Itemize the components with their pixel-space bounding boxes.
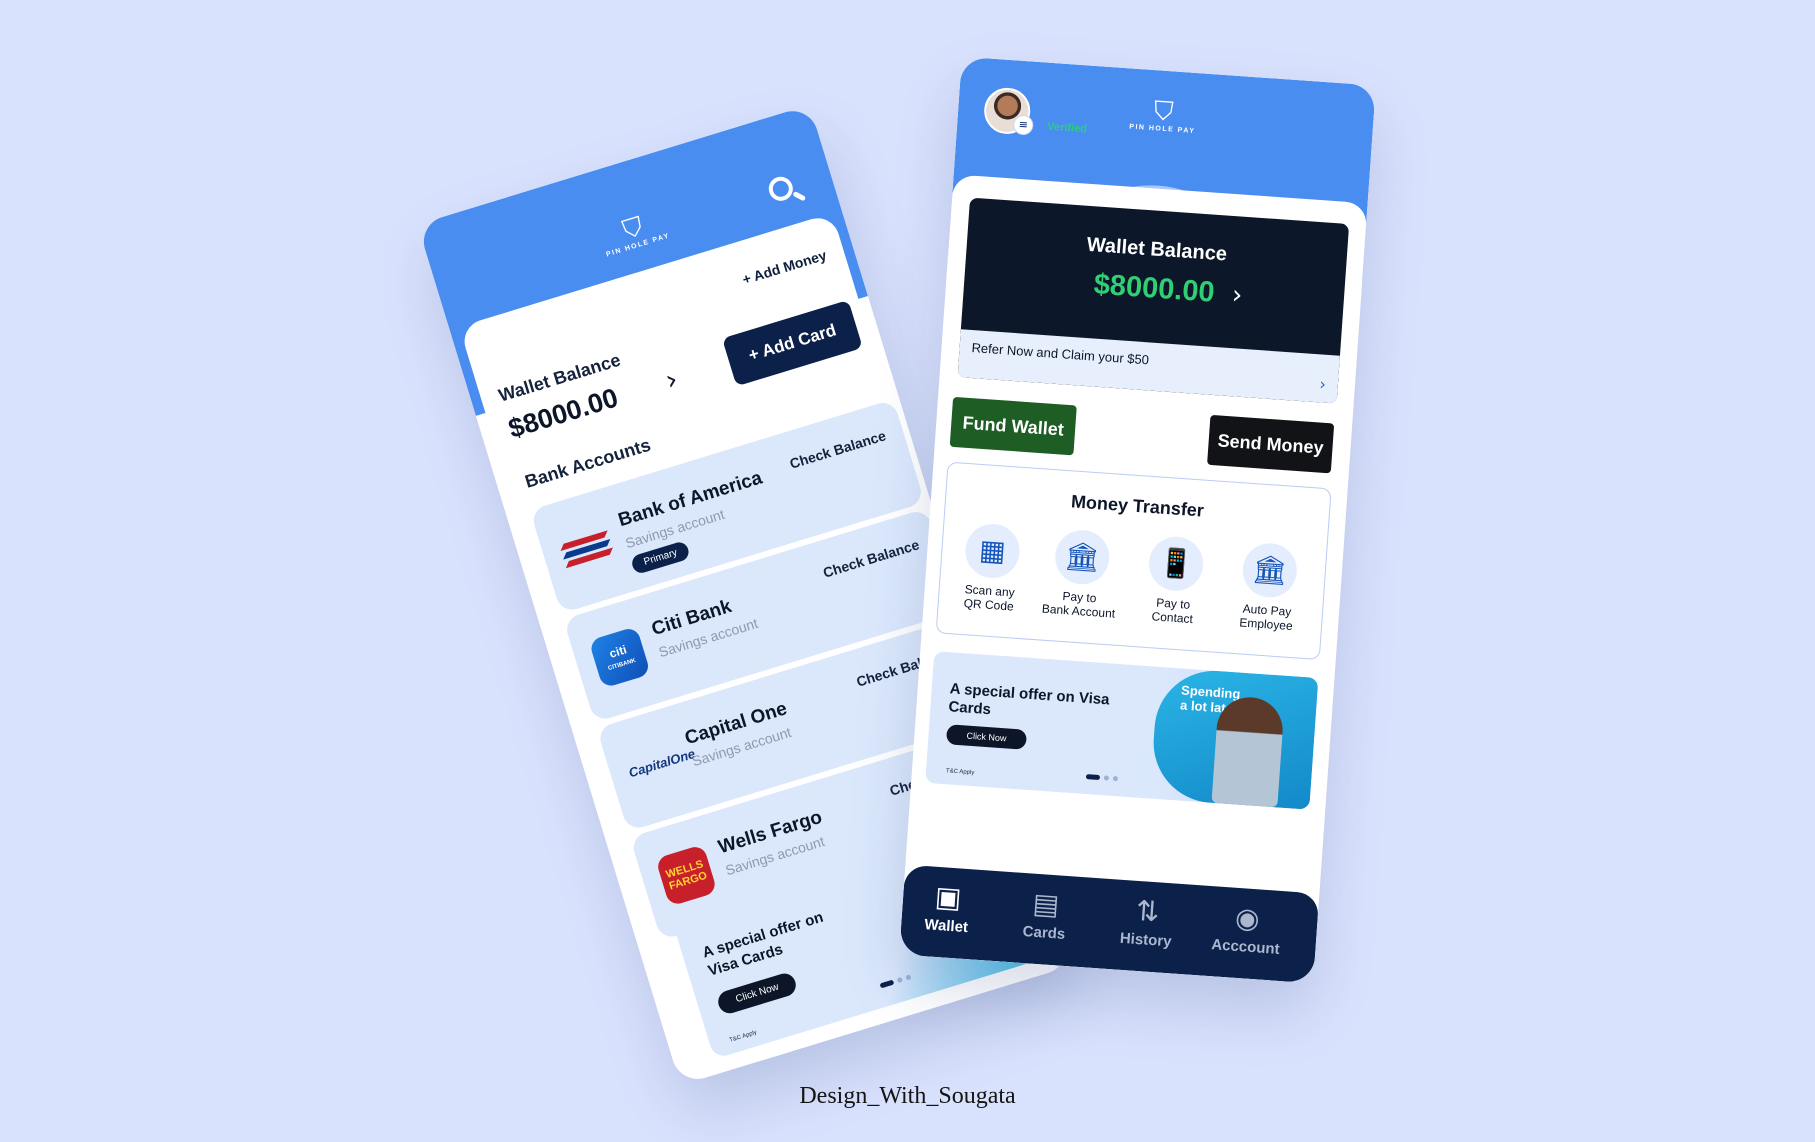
menu-icon[interactable]: ≡ [1012,114,1034,136]
bank-of-america-logo [555,517,617,579]
pin-hole-pay-logo: ⛉ PIN HOLE PAY [1127,96,1199,136]
nav-label: History [1119,929,1173,951]
refer-text: Refer Now and Claim your $50 [971,340,1150,368]
nav-label: Acccount [1210,936,1281,958]
action-label-line2: QR Code [963,596,1015,614]
check-balance-button[interactable]: Check Balance [821,536,921,580]
nav-label: Wallet [923,916,969,937]
bank-icon: 🏛 [1240,541,1299,600]
scan-qr-action[interactable]: ▦ Scan any QR Code [944,521,1038,615]
tnc-text: T&C Apply [945,768,975,777]
click-now-button[interactable]: Click Now [715,970,800,1017]
history-icon: ⇅ [1134,893,1161,929]
fund-wallet-button[interactable]: Fund Wallet [949,396,1077,456]
visa-offer-banner[interactable]: Spending a lot lately? A special offer on… [925,651,1319,810]
nav-cards[interactable]: ▤ Cards [998,885,1091,944]
promo-title: A special offer on Visa Cards [700,908,826,980]
pin-hole-pay-logo: ⛉ PIN HOLE PAY [596,206,673,260]
carousel-dots[interactable] [877,965,917,993]
wallet-icon: ▣ [933,879,963,915]
nav-account[interactable]: ◉ Acccount [1200,900,1293,959]
profile-avatar[interactable]: ≡ [982,86,1034,136]
promo-image: Spending a lot lately? [1149,666,1319,810]
action-label-line2: Employee [1238,615,1294,634]
bank-icon: 🏛 [1053,528,1112,587]
design-credit: Design_With_Sougata [799,1083,1016,1109]
promo-person-image [1211,695,1285,808]
search-icon[interactable] [761,166,811,216]
tnc-text: T&C Apply [728,1029,758,1044]
click-now-button[interactable]: Click Now [945,724,1028,750]
nav-history[interactable]: ⇅ History [1100,893,1193,952]
wallet-balance-card[interactable]: Wallet Balance $8000.00 › Refer Now and … [957,197,1350,404]
capital-one-logo: CapitalOne [626,745,697,781]
send-money-button[interactable]: Send Money [1207,414,1335,474]
chevron-right-icon[interactable]: › [1231,280,1243,311]
pay-contact-action[interactable]: 📱 Pay to Contact [1128,534,1222,628]
nav-label: Cards [1022,923,1066,943]
promo-title: A special offer on Visa Cards [947,680,1111,719]
account-icon: ◉ [1234,900,1261,936]
money-transfer-title: Money Transfer [1070,491,1205,521]
verified-label: Verified [1046,120,1088,136]
phone-icon: 📱 [1147,534,1205,593]
nav-wallet[interactable]: ▣ Wallet [901,879,994,938]
action-label-line2: Contact [1151,609,1194,627]
action-label-line2: Bank Account [1041,601,1116,621]
auto-pay-employee-action[interactable]: 🏛 Auto Pay Employee [1222,540,1316,634]
chevron-right-icon[interactable]: › [1319,374,1327,393]
carousel-dots[interactable] [1085,766,1122,786]
cards-icon: ▤ [1031,886,1061,922]
pay-bank-account-action[interactable]: 🏛 Pay to Bank Account [1034,527,1128,621]
right-phone-screen: ≡ Verified ⛉ PIN HOLE PAY Wallet Balance… [899,56,1376,984]
qr-code-icon: ▦ [963,522,1022,580]
money-transfer-panel: Money Transfer ▦ Scan any QR Code 🏛 Pay t… [935,461,1332,661]
wells-fargo-logo: WELLS FARGO [655,844,718,907]
citi-bank-logo: citi CITIBANK [588,626,651,689]
check-balance-button[interactable]: Check Balance [788,427,888,471]
